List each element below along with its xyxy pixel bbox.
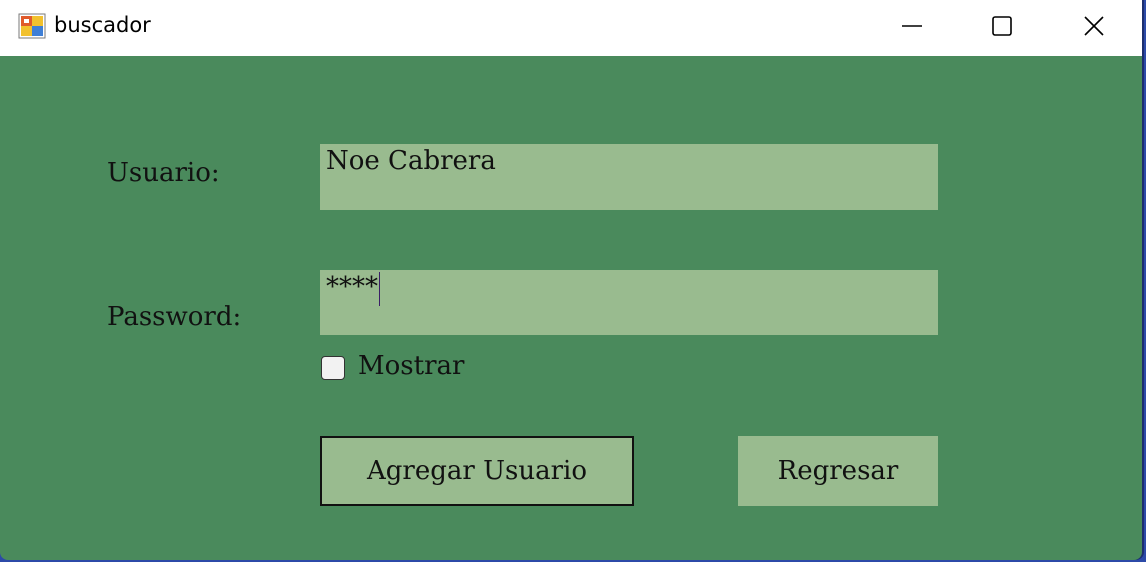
password-label: Password: bbox=[107, 302, 242, 332]
window-title: buscador bbox=[54, 13, 151, 37]
app-form-icon bbox=[18, 13, 46, 39]
minimize-icon bbox=[902, 25, 922, 27]
agregar-usuario-button-label: Agregar Usuario bbox=[367, 456, 587, 486]
usuario-value: Noe Cabrera bbox=[326, 146, 496, 176]
mostrar-checkbox-label[interactable]: Mostrar bbox=[358, 351, 464, 381]
minimize-button[interactable] bbox=[866, 0, 958, 52]
close-icon bbox=[1084, 16, 1104, 36]
password-value: **** bbox=[326, 272, 378, 302]
text-caret bbox=[379, 272, 380, 306]
maximize-icon bbox=[992, 16, 1012, 36]
maximize-button[interactable] bbox=[956, 0, 1048, 52]
title-bar[interactable]: buscador bbox=[0, 0, 1142, 56]
regresar-button-label: Regresar bbox=[777, 456, 899, 486]
agregar-usuario-button[interactable]: Agregar Usuario bbox=[320, 436, 634, 506]
usuario-label: Usuario: bbox=[107, 158, 220, 188]
app-window: buscador Usuario: Noe Cabrera Password: … bbox=[0, 0, 1142, 560]
regresar-button[interactable]: Regresar bbox=[738, 436, 938, 506]
close-button[interactable] bbox=[1048, 0, 1140, 52]
mostrar-checkbox[interactable] bbox=[321, 356, 345, 380]
usuario-input[interactable]: Noe Cabrera bbox=[320, 144, 938, 210]
password-input[interactable]: **** bbox=[320, 270, 938, 335]
